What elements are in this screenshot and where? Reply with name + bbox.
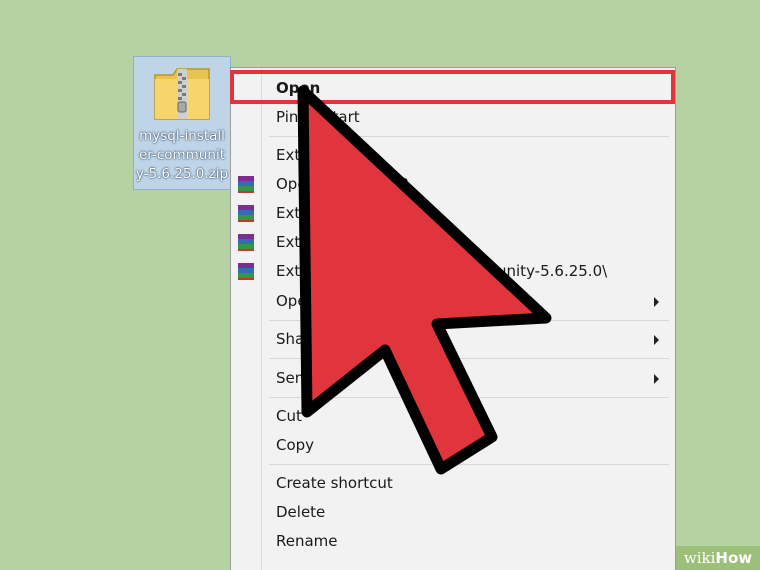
arrow-pointer-icon bbox=[297, 85, 552, 475]
wikihow-watermark: wikiHow bbox=[676, 546, 760, 570]
watermark-suffix: How bbox=[715, 549, 753, 567]
watermark-prefix: wiki bbox=[683, 549, 716, 567]
